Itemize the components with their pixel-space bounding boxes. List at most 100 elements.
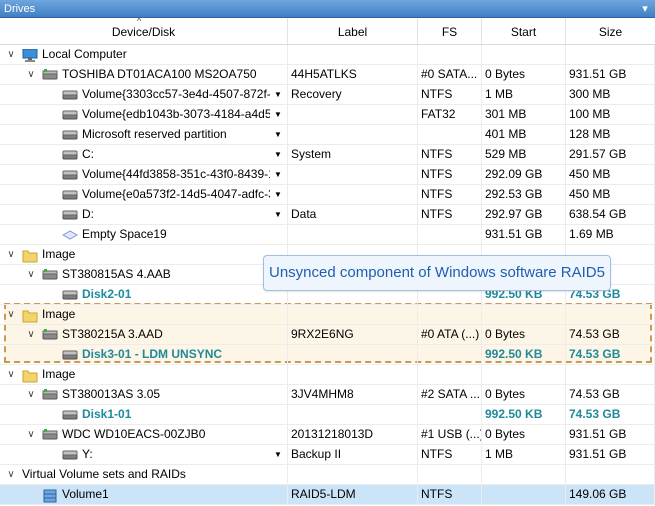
start-cell: 1 MB bbox=[482, 85, 566, 105]
folder-icon bbox=[22, 309, 38, 323]
column-header-size[interactable]: Size bbox=[566, 18, 655, 44]
dropdown-arrow-icon[interactable]: ▼ bbox=[274, 165, 282, 185]
size-cell: 74.53 GB bbox=[566, 405, 655, 425]
label-cell: 20131218013D bbox=[288, 425, 418, 445]
size-cell: 149.06 GB bbox=[566, 485, 655, 505]
expand-chevron-icon[interactable]: ∨ bbox=[6, 45, 16, 65]
volume-icon bbox=[62, 189, 78, 201]
fs-cell: #2 SATA ... bbox=[418, 385, 482, 405]
tree-row[interactable]: Microsoft reserved partition ▼ 401 MB 128 M… bbox=[0, 125, 655, 145]
raid-volume-icon bbox=[42, 489, 58, 503]
dropdown-arrow-icon[interactable]: ▼ bbox=[274, 185, 282, 205]
tree-row[interactable]: Volume{edb1043b-3073-4184-a4d5-... ▼ FAT32… bbox=[0, 105, 655, 125]
tree-row[interactable]: ∨ Image bbox=[0, 365, 655, 385]
dropdown-arrow-icon[interactable]: ▼ bbox=[274, 85, 282, 105]
device-name: Disk2-01 bbox=[82, 287, 132, 301]
dropdown-arrow-icon[interactable]: ▼ bbox=[274, 445, 282, 465]
start-cell bbox=[482, 485, 566, 505]
tree-row[interactable]: ∨ Local Computer bbox=[0, 45, 655, 65]
volume-icon bbox=[62, 129, 78, 141]
volume-icon bbox=[62, 409, 78, 421]
size-cell bbox=[566, 465, 655, 485]
expand-chevron-icon[interactable]: ∨ bbox=[26, 325, 36, 345]
volume-icon bbox=[62, 449, 78, 461]
expand-chevron-icon[interactable]: ∨ bbox=[26, 425, 36, 445]
expand-chevron-icon[interactable]: ∨ bbox=[6, 365, 16, 385]
column-header-label[interactable]: Label bbox=[288, 18, 418, 44]
fs-cell: NTFS bbox=[418, 85, 482, 105]
size-cell: 931.51 GB bbox=[566, 65, 655, 85]
tree-row[interactable]: ∨ Image bbox=[0, 305, 655, 325]
tree-row[interactable]: Disk3-01 - LDM UNSYNC 992.50 KB 74.53 GB bbox=[0, 345, 655, 365]
fs-cell bbox=[418, 125, 482, 145]
expand-chevron-icon[interactable]: ∨ bbox=[6, 465, 16, 485]
expand-chevron-icon[interactable]: ∨ bbox=[6, 245, 16, 265]
fs-cell: FAT32 bbox=[418, 105, 482, 125]
expand-chevron-icon[interactable]: ∨ bbox=[26, 65, 36, 85]
device-name: Y: bbox=[82, 447, 93, 461]
tree-row[interactable]: Volume{44fd3858-351c-43f0-8439-1... ▼ NTFS… bbox=[0, 165, 655, 185]
label-cell: 9RX2E6NG bbox=[288, 325, 418, 345]
panel-title: Drives bbox=[4, 3, 36, 15]
dropdown-arrow-icon[interactable]: ▼ bbox=[274, 205, 282, 225]
volume-icon bbox=[62, 149, 78, 161]
tree-row[interactable]: ∨ WDC WD10EACS-00ZJB0 20131218013D #1 USB (… bbox=[0, 425, 655, 445]
device-name: WDC WD10EACS-00ZJB0 bbox=[62, 427, 206, 441]
volume-icon bbox=[62, 349, 78, 361]
dropdown-arrow-icon[interactable]: ▼ bbox=[274, 105, 282, 125]
fs-cell: #0 SATA... bbox=[418, 65, 482, 85]
start-cell: 931.51 GB bbox=[482, 225, 566, 245]
sort-up-icon: ^ bbox=[137, 16, 142, 26]
expand-chevron-icon[interactable]: ∨ bbox=[26, 265, 36, 285]
size-cell bbox=[566, 305, 655, 325]
tree-row[interactable]: ∨ ST380013AS 3.05 3JV4MHM8 #2 SATA ... 0 Byt… bbox=[0, 385, 655, 405]
fs-cell bbox=[418, 305, 482, 325]
tree-row[interactable]: ∨ Virtual Volume sets and RAIDs bbox=[0, 465, 655, 485]
device-name: Volume{44fd3858-351c-43f0-8439-1... bbox=[82, 167, 270, 181]
start-cell: 1 MB bbox=[482, 445, 566, 465]
column-header-fs[interactable]: FS bbox=[418, 18, 482, 44]
start-cell: 292.53 GB bbox=[482, 185, 566, 205]
expand-chevron-icon[interactable]: ∨ bbox=[26, 385, 36, 405]
device-name: D: bbox=[82, 207, 94, 221]
start-cell: 529 MB bbox=[482, 145, 566, 165]
size-cell: 931.51 GB bbox=[566, 445, 655, 465]
label-cell bbox=[288, 185, 418, 205]
tree-row[interactable]: ∨ TOSHIBA DT01ACA100 MS2OA750 44H5ATLKS #0 … bbox=[0, 65, 655, 85]
tree-row[interactable]: D: ▼ Data NTFS 292.97 GB 638.54 GB bbox=[0, 205, 655, 225]
size-cell: 291.57 GB bbox=[566, 145, 655, 165]
dropdown-arrow-icon[interactable]: ▼ bbox=[274, 145, 282, 165]
column-header-device[interactable]: ^ Device/Disk bbox=[0, 16, 288, 44]
device-name: Disk3-01 - LDM UNSYNC bbox=[82, 347, 223, 361]
tree-row[interactable]: ∨ ST380215A 3.AAD 9RX2E6NG #0 ATA (...) 0 By… bbox=[0, 325, 655, 345]
start-cell: 0 Bytes bbox=[482, 425, 566, 445]
tree-row[interactable]: Volume{e0a573f2-14d5-4047-adfc-3... ▼ NTFS… bbox=[0, 185, 655, 205]
expand-chevron-icon[interactable]: ∨ bbox=[6, 305, 16, 325]
fs-cell bbox=[418, 465, 482, 485]
tree-row[interactable]: Disk1-01 992.50 KB 74.53 GB bbox=[0, 405, 655, 425]
start-cell: 992.50 KB bbox=[482, 345, 566, 365]
tree-row[interactable]: C: ▼ System NTFS 529 MB 291.57 GB bbox=[0, 145, 655, 165]
size-cell: 931.51 GB bbox=[566, 425, 655, 445]
dropdown-arrow-icon[interactable]: ▼ bbox=[274, 125, 282, 145]
size-cell: 1.69 MB bbox=[566, 225, 655, 245]
size-cell: 74.53 GB bbox=[566, 325, 655, 345]
fs-cell: #0 ATA (...) bbox=[418, 325, 482, 345]
label-cell: 3JV4MHM8 bbox=[288, 385, 418, 405]
tree-row[interactable]: Y: ▼ Backup II NTFS 1 MB 931.51 GB bbox=[0, 445, 655, 465]
volume-icon bbox=[62, 109, 78, 121]
fs-cell: NTFS bbox=[418, 165, 482, 185]
volume-icon bbox=[62, 89, 78, 101]
start-cell: 0 Bytes bbox=[482, 325, 566, 345]
tree-row[interactable]: Empty Space19 931.51 GB 1.69 MB bbox=[0, 225, 655, 245]
tree-row[interactable]: Volume1 RAID5-LDM NTFS 149.06 GB bbox=[0, 485, 655, 505]
fs-cell bbox=[418, 345, 482, 365]
fs-cell: NTFS bbox=[418, 185, 482, 205]
label-cell: System bbox=[288, 145, 418, 165]
tree-row[interactable]: Volume{3303cc57-3e4d-4507-872f-... ▼ Recov… bbox=[0, 85, 655, 105]
column-header-start[interactable]: Start bbox=[482, 18, 566, 44]
fs-cell bbox=[418, 225, 482, 245]
fs-cell bbox=[418, 405, 482, 425]
panel-menu-icon[interactable]: ▾ bbox=[639, 0, 651, 18]
fs-cell: #1 USB (...) bbox=[418, 425, 482, 445]
